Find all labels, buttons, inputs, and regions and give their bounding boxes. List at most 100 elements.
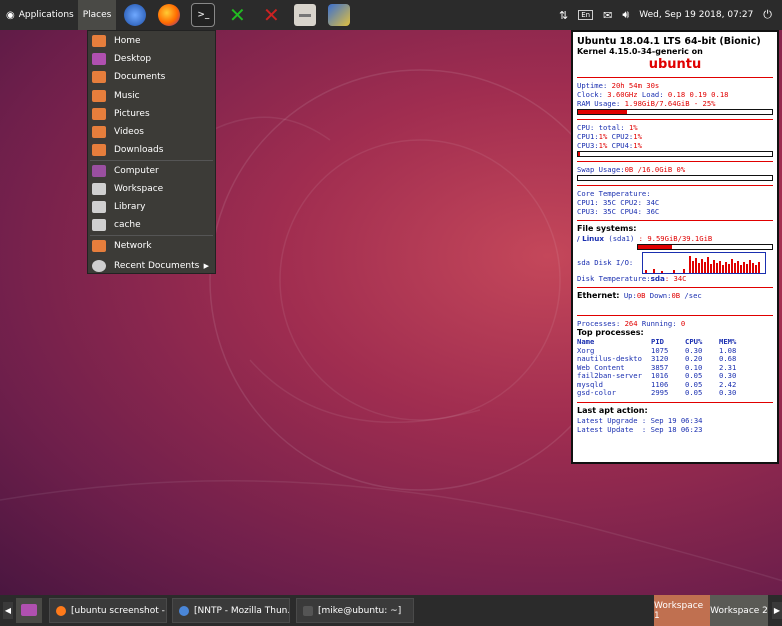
filesystems-header: File systems:	[577, 224, 637, 233]
firefox-launcher[interactable]	[154, 0, 184, 30]
clock-value: 3.60GHz	[607, 90, 638, 99]
processes-value: 264	[624, 319, 638, 328]
disk-io-graph-bars	[644, 256, 760, 273]
cpu-total-line: CPU: total: 1%	[577, 123, 773, 132]
network-launcher[interactable]	[324, 0, 354, 30]
places-item-documents[interactable]: Documents	[88, 68, 215, 86]
cpu34-line: CPU3:1% CPU4:1%	[577, 141, 773, 150]
file-manager-launcher[interactable]	[290, 0, 320, 30]
places-item-label: Network	[114, 241, 152, 251]
scroll-left-arrow-icon[interactable]: ◀	[3, 602, 13, 619]
top-processes-header: Top processes:	[577, 328, 644, 337]
uptime-label: Uptime:	[577, 81, 612, 90]
cpu2-value: 1%	[633, 132, 642, 141]
divider	[577, 287, 773, 288]
filesystem-usage: : 9.59GiB/39.1GiB	[634, 234, 713, 243]
apt-update-line: Latest Update : Sep 18 06:23	[577, 424, 703, 434]
divider	[577, 161, 773, 162]
ram-line: RAM Usage: 1.98GiB/7.64GiB - 25%	[577, 99, 773, 108]
disk-io-graph	[641, 252, 766, 274]
divider	[577, 401, 773, 403]
processes-line: Processes: 264 Running: 0	[577, 319, 773, 328]
taskbar-item-firefox[interactable]: [ubuntu screenshot - ...	[49, 598, 167, 623]
places-item-home[interactable]: Home	[88, 32, 215, 50]
disk-temp-value: : 34C	[664, 274, 687, 283]
cpu3-value: 1%	[598, 141, 608, 150]
places-item-label: Home	[114, 36, 141, 46]
taskbar-item-thunderbird[interactable]: [NNTP - Mozilla Thun...	[172, 598, 290, 623]
show-desktop-button[interactable]	[16, 598, 42, 623]
ethernet-line: Ethernet: Up:0B Down:0B /sec	[577, 291, 773, 301]
cpu4-value: 1%	[633, 141, 642, 150]
places-item-videos[interactable]: Videos	[88, 123, 215, 141]
swap-usage-bar	[577, 175, 773, 181]
terminal-launcher[interactable]: >_	[188, 0, 218, 30]
mail-icon[interactable]: ✉	[603, 9, 612, 22]
places-item-downloads[interactable]: Downloads	[88, 141, 215, 159]
network-updown-icon[interactable]: ⇅	[559, 9, 568, 22]
core-temp-line-1: CPU1: 35C CPU2: 34C	[577, 198, 660, 207]
power-menu-icon[interactable]: ⏻	[763, 8, 772, 22]
swap-value: 0B /16.0GiB 0%	[624, 165, 686, 174]
table-row: gsd-color 2995 0.05 0.30	[577, 388, 740, 398]
places-item-label: Documents	[114, 72, 166, 82]
ethernet-down-value: 0B	[671, 291, 681, 300]
taskbar-item-label: [mike@ubuntu: ~]	[318, 605, 402, 616]
filesystem-device: (sda1)	[604, 234, 635, 243]
places-label: Places	[82, 10, 112, 20]
divider	[577, 77, 773, 78]
green-x-launcher[interactable]: ✕	[222, 0, 252, 30]
taskbar-item-label: [ubuntu screenshot - ...	[71, 605, 167, 616]
places-item-music[interactable]: Music	[88, 87, 215, 105]
places-item-label: Computer	[114, 166, 159, 176]
workspace-1-button[interactable]: Workspace 1	[654, 595, 710, 626]
places-item-computer[interactable]: Computer	[88, 162, 215, 180]
places-separator	[90, 235, 213, 236]
places-item-label: Music	[114, 91, 140, 101]
terminal-icon: >_	[191, 3, 216, 27]
ethernet-label: Ethernet:	[577, 291, 620, 300]
places-item-recent-documents[interactable]: Recent Documents ▶	[88, 257, 215, 275]
places-item-network[interactable]: Network	[88, 237, 215, 255]
ram-usage-fill	[578, 110, 627, 114]
volume-icon[interactable]: 🔊︎	[622, 8, 629, 22]
file-manager-icon	[294, 4, 317, 26]
red-x-icon: ✕	[262, 3, 280, 27]
cpu-usage-fill	[578, 152, 580, 156]
places-item-pictures[interactable]: Pictures	[88, 105, 215, 123]
disk-io-line: sda Disk I/O:	[577, 252, 773, 274]
scroll-right-arrow-icon[interactable]: ▶	[772, 602, 782, 619]
workspace-label: Workspace 2	[710, 605, 768, 616]
taskbar-item-terminal[interactable]: [mike@ubuntu: ~]	[296, 598, 414, 623]
clock-label: Clock:	[577, 90, 608, 99]
downloads-folder-icon	[92, 144, 106, 156]
clock[interactable]: Wed, Sep 19 2018, 07:27	[639, 10, 753, 20]
places-separator	[90, 160, 213, 161]
uptime-line: Uptime: 20h 54m 30s	[577, 81, 773, 90]
applications-menu[interactable]: ◉ Applications	[0, 0, 78, 30]
places-item-label: Downloads	[114, 145, 164, 155]
places-item-label: Recent Documents	[114, 261, 200, 271]
places-item-desktop[interactable]: Desktop	[88, 50, 215, 68]
thunderbird-launcher[interactable]	[120, 0, 150, 30]
places-item-library[interactable]: Library	[88, 198, 215, 216]
load-label: Load:	[637, 90, 668, 99]
network-icon	[328, 4, 351, 26]
kernel-info: Kernel 4.15.0-34-generic on	[577, 47, 703, 56]
places-item-cache[interactable]: cache	[88, 216, 215, 234]
disk-temp-line: Disk Temperature:sda: 34C	[577, 274, 773, 283]
firefox-icon	[56, 605, 66, 616]
workspace-2-button[interactable]: Workspace 2	[710, 595, 768, 626]
places-menu[interactable]: Places	[77, 0, 117, 30]
conky-system-monitor: Ubuntu 18.04.1 LTS 64-bit (Bionic) Kerne…	[571, 30, 779, 464]
swap-label: Swap Usage:	[577, 165, 625, 174]
red-x-launcher[interactable]: ✕	[256, 0, 286, 30]
places-item-label: Pictures	[114, 109, 150, 119]
places-item-workspace[interactable]: Workspace	[88, 180, 215, 198]
cpu-total-label: CPU: total:	[577, 123, 629, 132]
running-label: Running:	[637, 319, 681, 328]
ram-value: 1.98GiB/7.64GiB - 25%	[624, 99, 716, 108]
keyboard-layout-indicator[interactable]: En	[578, 10, 594, 20]
places-dropdown: Home Desktop Documents Music Pictures Vi…	[87, 30, 216, 274]
desktop-folder-icon	[92, 53, 106, 65]
